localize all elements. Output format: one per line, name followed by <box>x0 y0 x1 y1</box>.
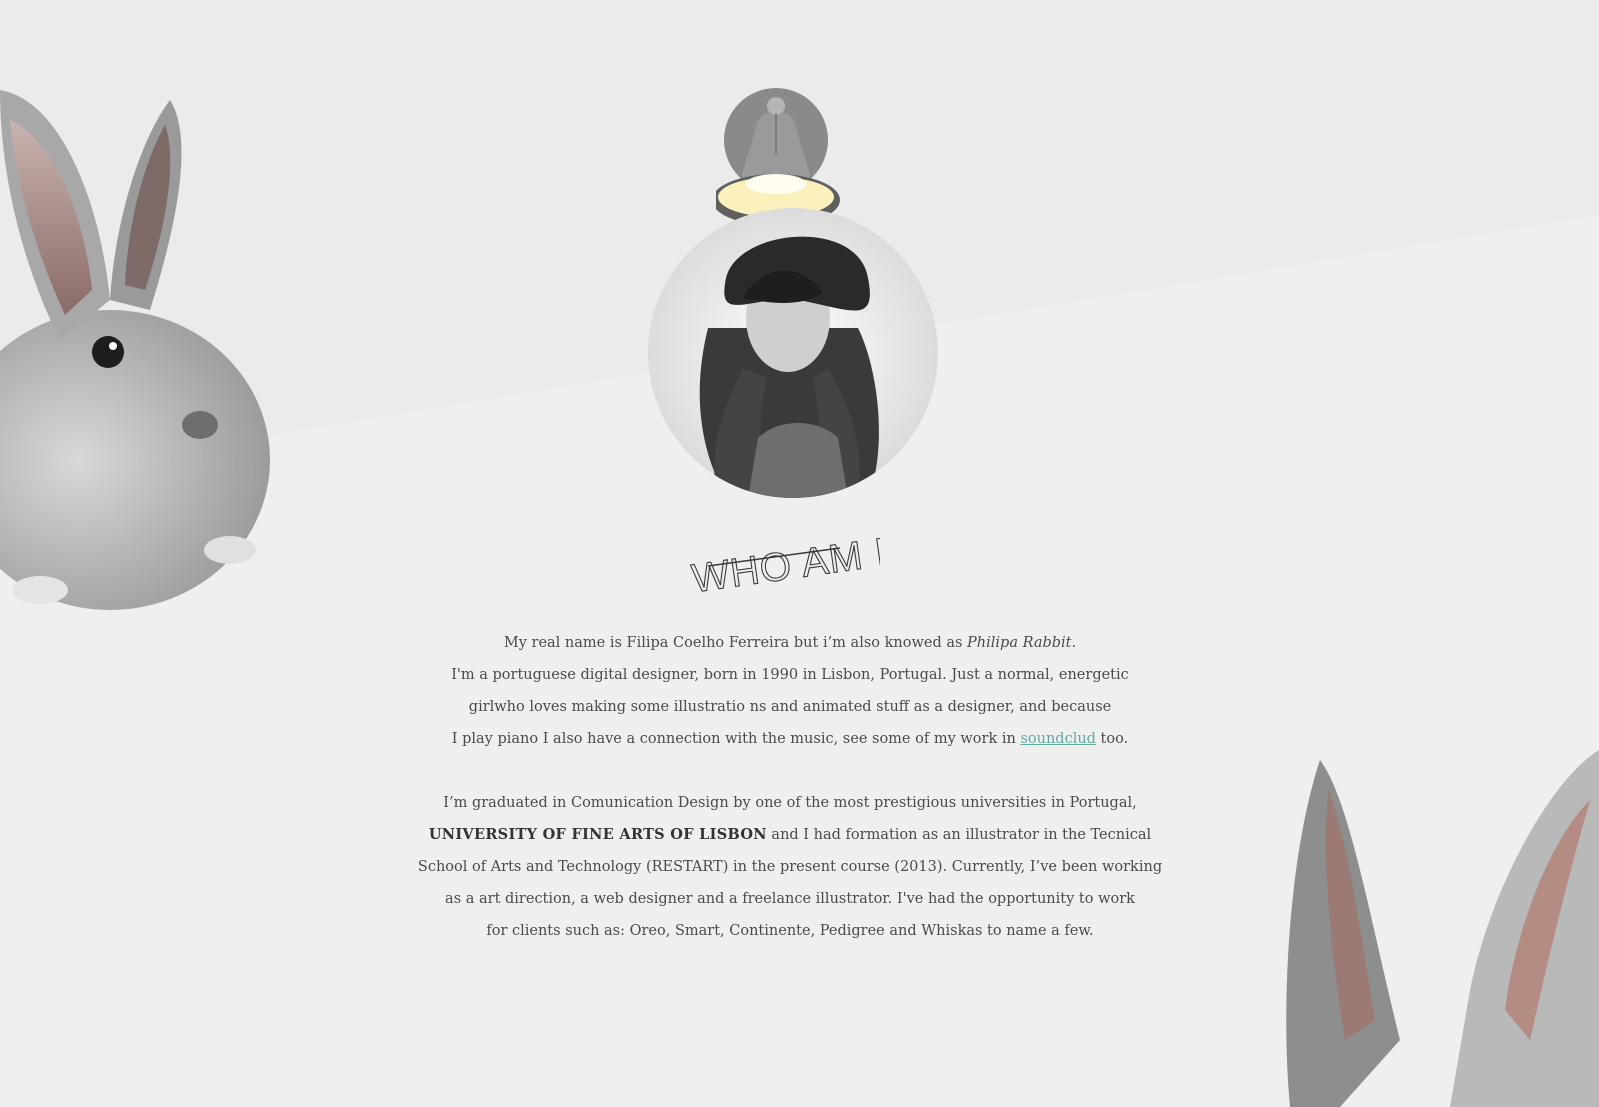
bio-line: for clients such as: Oreo, Smart, Contin… <box>486 923 1094 939</box>
bio-text-span: I play piano I also have a connection wi… <box>451 731 1021 747</box>
bio-line: School of Arts and Technology (RESTART) … <box>417 859 1163 875</box>
bio-text-span: too. <box>1095 731 1129 747</box>
page-heading: WHO AM I ? <box>690 525 880 598</box>
bio-line: My real name is Filipa Coelho Ferreira b… <box>400 627 1180 659</box>
svg-text:WHO AM I ?: WHO AM I ? <box>690 525 880 598</box>
nickname: Philipa Rabbit <box>967 635 1072 651</box>
bio-text-span: My real name is Filipa Coelho Ferreira b… <box>503 635 968 651</box>
bio-line: as a art direction, a web designer and a… <box>445 891 1135 907</box>
bio-line: I play piano I also have a connection wi… <box>400 723 1180 755</box>
bio-text-span: and I had formation as an illustrator in… <box>766 827 1152 843</box>
rabbit-right-illustration <box>1286 750 1599 1107</box>
bio-line: girlwho loves making some illustratio ns… <box>468 699 1112 715</box>
rabbit-left-illustration <box>0 90 270 610</box>
bio-text: My real name is Filipa Coelho Ferreira b… <box>400 627 1180 947</box>
bio-line: I'm a portuguese digital designer, born … <box>451 667 1129 683</box>
bio-text-span: . <box>1071 635 1077 651</box>
portrait-photo <box>648 208 938 498</box>
university-name: UNIVERSITY OF FINE ARTS OF LISBON <box>428 826 767 843</box>
bio-line: I’m graduated in Comunication Design by … <box>443 795 1137 811</box>
bio-line: UNIVERSITY OF FINE ARTS OF LISBON and I … <box>400 819 1180 851</box>
soundcloud-link[interactable]: soundclud <box>1020 731 1096 747</box>
